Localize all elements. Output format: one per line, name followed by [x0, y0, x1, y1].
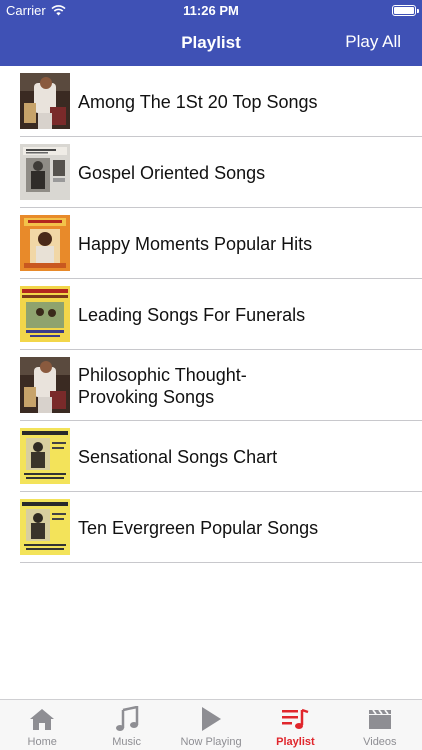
- navigation-header: Carrier 11:26 PM Playlist Play All: [0, 0, 422, 66]
- tab-label: Music: [112, 736, 141, 748]
- tab-label: Playlist: [276, 736, 315, 748]
- playlist-icon: [280, 705, 310, 733]
- album-cover-oman-thumbnail: [20, 428, 70, 484]
- tab-label: Now Playing: [180, 736, 242, 748]
- playlist-title: Ten Evergreen Popular Songs: [78, 518, 319, 538]
- play-all-button[interactable]: Play All: [345, 32, 401, 52]
- home-icon: [27, 705, 57, 733]
- music-note-icon: [112, 705, 142, 733]
- tab-music[interactable]: Music: [84, 700, 168, 750]
- playlist-row[interactable]: Sensational Songs Chart: [0, 421, 422, 492]
- playlist-row[interactable]: Happy Moments Popular Hits: [0, 208, 422, 279]
- playlist-row[interactable]: Among The 1St 20 Top Songs: [0, 66, 422, 137]
- battery-icon: [392, 5, 419, 16]
- playlist-row[interactable]: Ten Evergreen Popular Songs: [0, 492, 422, 563]
- play-icon: [196, 705, 226, 733]
- tab-label: Videos: [363, 736, 397, 748]
- tab-bar: Home Music Now Playing Playlist Videos: [0, 699, 422, 750]
- playlist-list: Among The 1St 20 Top Songs Gospel Orient…: [0, 66, 422, 563]
- playlist-title: Sensational Songs Chart: [78, 447, 278, 467]
- playlist-title: Among The 1St 20 Top Songs: [78, 92, 318, 112]
- playlist-row[interactable]: Philosophic Thought- Provoking Songs: [0, 350, 422, 421]
- clapperboard-icon: [365, 705, 395, 733]
- tab-now-playing[interactable]: Now Playing: [169, 700, 253, 750]
- playlist-title: Philosophic Thought- Provoking Songs: [78, 365, 247, 407]
- playlist-title: Leading Songs For Funerals: [78, 305, 306, 325]
- album-cover-yellow-thumbnail: [20, 286, 70, 342]
- tab-videos[interactable]: Videos: [338, 700, 422, 750]
- playlist-row[interactable]: Leading Songs For Funerals: [0, 279, 422, 350]
- playlist-title: Gospel Oriented Songs: [78, 163, 266, 183]
- album-cover-photo-thumbnail: [20, 357, 70, 413]
- album-cover-oman-thumbnail: [20, 499, 70, 555]
- playlist-title: Happy Moments Popular Hits: [78, 234, 313, 254]
- clock: 11:26 PM: [183, 3, 239, 18]
- tab-home[interactable]: Home: [0, 700, 84, 750]
- battery-fill: [394, 7, 414, 14]
- tab-playlist[interactable]: Playlist: [253, 700, 337, 750]
- playlist-row[interactable]: Gospel Oriented Songs: [0, 137, 422, 208]
- album-cover-photo-thumbnail: [20, 73, 70, 129]
- album-cover-orange-thumbnail: [20, 215, 70, 271]
- tab-label: Home: [27, 736, 57, 748]
- album-cover-bw-thumbnail: [20, 144, 70, 200]
- status-bar: Carrier 11:26 PM: [0, 0, 422, 22]
